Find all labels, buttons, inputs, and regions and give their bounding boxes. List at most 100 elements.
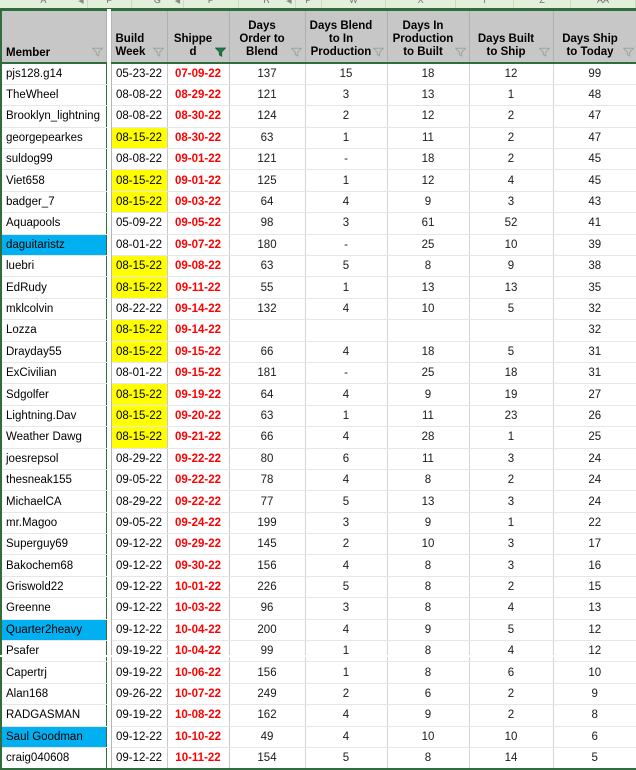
filter-icon-days-in-production-to-built[interactable]: [454, 47, 466, 57]
cell-member[interactable]: Saul Goodman: [0, 726, 107, 749]
table-row[interactable]: Bakochem68 09-12-22 09-30-22 156 4 8 3 16: [0, 554, 636, 577]
table-row[interactable]: suldog99 08-08-22 09-01-22 121-18 2 45: [0, 148, 636, 171]
cell-shipped[interactable]: 09-01-22: [167, 148, 230, 171]
table-row[interactable]: Viet658 08-15-22 09-01-22 125 1 12 4 45: [0, 169, 636, 192]
column-letter-g-2[interactable]: G ◀: [132, 0, 185, 8]
cell-d-prod-built[interactable]: 8: [387, 469, 470, 492]
column-letter-w-6[interactable]: W: [322, 0, 387, 8]
column-header-days-built-to-ship[interactable]: Days Built to Ship: [469, 9, 554, 64]
cell-member[interactable]: luebri: [0, 255, 107, 278]
cell-d-built-ship[interactable]: 3: [469, 490, 554, 513]
cell-d-prod-built[interactable]: 12: [387, 105, 470, 128]
cell-d-ship-today[interactable]: 24: [553, 490, 636, 513]
cell-d-ship-today[interactable]: 12: [553, 640, 636, 663]
cell-member[interactable]: EdRudy: [0, 276, 107, 299]
table-row[interactable]: georgepearkes 08-15-22 08-30-22 63 1 11 2 47: [0, 127, 636, 150]
cell-d-ship-today[interactable]: 12: [553, 619, 636, 642]
cell-build-week[interactable]: 08-15-22: [111, 191, 168, 214]
cell-build-week[interactable]: 08-15-22: [111, 341, 168, 363]
cell-d-ship-today[interactable]: 31: [553, 362, 636, 385]
cell-d-ship-today[interactable]: 9: [553, 683, 636, 706]
collapse-arrow-icon[interactable]: ◀: [286, 0, 291, 6]
cell-d-built-ship[interactable]: 19: [469, 383, 554, 406]
cell-d-built-ship[interactable]: 3: [469, 448, 554, 470]
cell-d-built-ship[interactable]: 5: [469, 298, 554, 321]
cell-d-ship-today[interactable]: 16: [553, 554, 636, 577]
cell-d-order-blend[interactable]: 200: [229, 619, 306, 642]
cell-shipped[interactable]: 09-03-22: [167, 191, 230, 214]
column-header-days-order-to-blend[interactable]: Days Order to Blend: [229, 9, 306, 64]
cell-d-prod-built[interactable]: 18: [387, 341, 470, 363]
table-row[interactable]: RADGASMAN 09-19-22 10-08-22 162 4 9 2 8: [0, 704, 636, 727]
column-letter-y-8[interactable]: Y: [456, 0, 515, 8]
cell-member[interactable]: Quarter2heavy: [0, 619, 107, 642]
cell-build-week[interactable]: 08-15-22: [111, 405, 168, 428]
table-row[interactable]: craig040608 09-12-22 10-11-22 154 5 8 14 5: [0, 747, 636, 770]
cell-member[interactable]: MichaelCA: [0, 490, 107, 513]
filter-icon-days-order-to-blend[interactable]: [290, 47, 302, 57]
table-row[interactable]: Saul Goodman 09-12-22 10-10-22 49 4 10 10 6: [0, 726, 636, 749]
table-row[interactable]: Capertrj 09-19-22 10-06-22 156 1 8 6 10: [0, 661, 636, 684]
table-row[interactable]: badger_7 08-15-22 09-03-22 64 4 9 3 43: [0, 191, 636, 214]
cell-build-week[interactable]: 09-05-22: [111, 512, 168, 535]
table-row[interactable]: Superguy69 09-12-22 09-29-22 145 2 10 3 17: [0, 533, 636, 556]
cell-d-order-blend[interactable]: 55: [229, 276, 306, 299]
filter-icon-member[interactable]: [91, 47, 103, 57]
cell-d-ship-today[interactable]: 99: [553, 63, 636, 85]
cell-build-week[interactable]: 09-05-22: [111, 469, 168, 492]
cell-d-built-ship[interactable]: 2: [469, 704, 554, 727]
collapse-arrow-icon[interactable]: ◀: [175, 0, 180, 6]
cell-shipped[interactable]: 10-11-22: [167, 747, 230, 770]
cell-member[interactable]: badger_7: [0, 191, 107, 214]
cell-d-built-ship[interactable]: 6: [469, 661, 554, 684]
cell-d-built-ship[interactable]: 3: [469, 191, 554, 214]
cell-d-ship-today[interactable]: 26: [553, 405, 636, 428]
cell-build-week[interactable]: 08-15-22: [111, 276, 168, 299]
cell-build-week[interactable]: 09-12-22: [111, 597, 168, 620]
cell-shipped[interactable]: 08-30-22: [167, 105, 230, 128]
cell-shipped[interactable]: 09-15-22: [167, 341, 230, 363]
cell-shipped[interactable]: 08-30-22: [167, 127, 230, 150]
table-row[interactable]: TheWheel 08-08-22 08-29-22 121 3 13 1 48: [0, 84, 636, 107]
cell-d-blend-prod[interactable]: 4: [305, 383, 388, 406]
table-row[interactable]: Griswold22 09-12-22 10-01-22 226 5 8 2 15: [0, 576, 636, 599]
cell-shipped[interactable]: 09-08-22: [167, 255, 230, 278]
collapse-arrow-icon[interactable]: ◀: [78, 0, 83, 6]
cell-d-built-ship[interactable]: 3: [469, 554, 554, 577]
column-header-build-week[interactable]: Build Week: [111, 9, 168, 64]
cell-build-week[interactable]: 05-09-22: [111, 212, 168, 235]
cell-d-prod-built[interactable]: 10: [387, 726, 470, 749]
cell-build-week[interactable]: 08-08-22: [111, 84, 168, 107]
cell-d-order-blend[interactable]: 77: [229, 490, 306, 513]
cell-build-week[interactable]: 08-15-22: [111, 169, 168, 192]
cell-build-week[interactable]: 08-15-22: [111, 383, 168, 406]
cell-d-prod-built[interactable]: 8: [387, 554, 470, 577]
cell-d-blend-prod[interactable]: 1: [305, 661, 388, 684]
cell-d-prod-built[interactable]: 61: [387, 212, 470, 235]
cell-d-prod-built[interactable]: 13: [387, 490, 470, 513]
cell-build-week[interactable]: 08-08-22: [111, 148, 168, 171]
cell-d-built-ship[interactable]: 3: [469, 533, 554, 556]
table-row[interactable]: Sdgolfer 08-15-22 09-19-22 64 4 9 19 27: [0, 383, 636, 406]
cell-d-blend-prod[interactable]: 5: [305, 747, 388, 770]
cell-d-blend-prod[interactable]: 1: [305, 640, 388, 663]
cell-build-week[interactable]: 08-15-22: [111, 426, 168, 449]
table-row[interactable]: mklcolvin 08-22-22 09-14-22 132 4 10 5 32: [0, 298, 636, 321]
cell-d-ship-today[interactable]: 32: [553, 298, 636, 321]
cell-build-week[interactable]: 08-29-22: [111, 448, 168, 470]
cell-d-prod-built[interactable]: [387, 319, 470, 342]
cell-d-blend-prod[interactable]: -: [305, 362, 388, 385]
cell-d-prod-built[interactable]: 8: [387, 255, 470, 278]
cell-member[interactable]: Aquapools: [0, 212, 107, 235]
cell-d-ship-today[interactable]: 45: [553, 169, 636, 192]
cell-d-order-blend[interactable]: 226: [229, 576, 306, 599]
cell-d-order-blend[interactable]: 96: [229, 597, 306, 620]
cell-build-week[interactable]: 09-19-22: [111, 661, 168, 684]
cell-d-prod-built[interactable]: 9: [387, 619, 470, 642]
cell-d-prod-built[interactable]: 11: [387, 127, 470, 150]
cell-shipped[interactable]: 09-29-22: [167, 533, 230, 556]
cell-member[interactable]: Lozza: [0, 319, 107, 342]
column-header-days-in-production-to-built[interactable]: Days In Production to Built: [387, 9, 470, 64]
cell-build-week[interactable]: 08-29-22: [111, 490, 168, 513]
cell-build-week[interactable]: 08-22-22: [111, 298, 168, 321]
